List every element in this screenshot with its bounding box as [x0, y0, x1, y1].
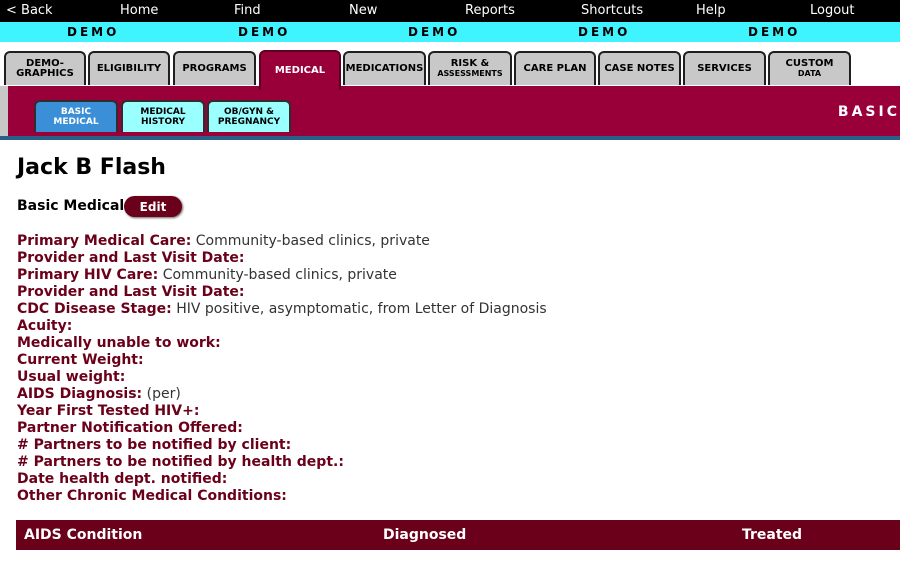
tab-label: MEDICATIONS	[345, 63, 424, 74]
field-label: Date health dept. notified:	[17, 471, 228, 487]
edit-button[interactable]: Edit	[124, 196, 182, 217]
field-cdc-disease-stage: CDC Disease Stage: HIV positive, asympto…	[17, 301, 547, 318]
field-provider-last-visit: Provider and Last Visit Date:	[17, 284, 547, 301]
demo-label: DEMO	[748, 25, 801, 39]
top-navigation-bar: < Back Home Find New Reports Shortcuts H…	[0, 0, 900, 22]
field-provider-last-visit: Provider and Last Visit Date:	[17, 250, 547, 267]
field-label: Primary Medical Care:	[17, 233, 192, 249]
help-link[interactable]: Help	[696, 3, 726, 19]
field-partners-by-client: # Partners to be notified by client:	[17, 437, 547, 454]
field-label: # Partners to be notified by health dept…	[17, 454, 344, 470]
field-value: HIV positive, asymptomatic, from Letter …	[176, 301, 547, 317]
tab-label: CASE NOTES	[604, 63, 675, 74]
field-value: Community-based clinics, private	[162, 267, 397, 283]
tab-case-notes[interactable]: CASE NOTES	[598, 51, 681, 85]
field-medically-unable-to-work: Medically unable to work:	[17, 335, 547, 352]
field-label: Primary HIV Care:	[17, 267, 159, 283]
tab-label: CUSTOM	[785, 58, 834, 69]
tab-label: PROGRAMS	[182, 63, 247, 74]
subtab-medical-history[interactable]: MEDICAL HISTORY	[121, 100, 205, 132]
column-header-aids-condition: AIDS Condition	[24, 527, 143, 543]
subtab-label: OB/GYN & PREGNANCY	[217, 107, 281, 127]
field-label: Acuity:	[17, 318, 73, 334]
logout-link[interactable]: Logout	[810, 3, 855, 19]
tab-sublabel: DATA	[797, 69, 822, 78]
field-partner-notification: Partner Notification Offered:	[17, 420, 547, 437]
field-label: Medically unable to work:	[17, 335, 221, 351]
field-value: Community-based clinics, private	[195, 233, 430, 249]
shortcuts-link[interactable]: Shortcuts	[581, 3, 643, 19]
new-link[interactable]: New	[349, 3, 377, 19]
field-partners-by-health-dept: # Partners to be notified by health dept…	[17, 454, 547, 471]
back-link[interactable]: < Back	[6, 3, 53, 19]
field-acuity: Acuity:	[17, 318, 547, 335]
home-link[interactable]: Home	[120, 3, 158, 19]
field-label: Current Weight:	[17, 352, 144, 368]
field-label: Usual weight:	[17, 369, 126, 385]
tab-label: MEDICAL	[274, 65, 326, 76]
subtab-label: BASIC MEDICAL	[53, 107, 99, 127]
field-usual-weight: Usual weight:	[17, 369, 547, 386]
divider	[0, 136, 900, 140]
tab-sublabel: ASSESSMENTS	[437, 69, 503, 78]
tab-risk-assessments[interactable]: RISK & ASSESSMENTS	[428, 51, 512, 85]
field-label: # Partners to be notified by client:	[17, 437, 292, 453]
field-primary-hiv-care: Primary HIV Care: Community-based clinic…	[17, 267, 547, 284]
column-header-treated: Treated	[742, 527, 803, 543]
field-label: CDC Disease Stage:	[17, 301, 172, 317]
field-label: Other Chronic Medical Conditions:	[17, 488, 287, 504]
subtab-basic-medical[interactable]: BASIC MEDICAL	[34, 100, 118, 132]
field-other-chronic-conditions: Other Chronic Medical Conditions:	[17, 488, 547, 505]
demo-label: DEMO	[238, 25, 291, 39]
column-header-diagnosed: Diagnosed	[383, 527, 467, 543]
subtab-obgyn-pregnancy[interactable]: OB/GYN & PREGNANCY	[207, 100, 291, 132]
aids-conditions-table-header: AIDS Condition Diagnosed Treated	[16, 520, 900, 550]
tab-eligibility[interactable]: ELIGIBILITY	[88, 51, 170, 85]
field-current-weight: Current Weight:	[17, 352, 547, 369]
tab-custom-data[interactable]: CUSTOM DATA	[768, 51, 851, 85]
field-label: AIDS Diagnosis:	[17, 386, 143, 402]
demo-banner: DEMO DEMO DEMO DEMO DEMO	[0, 22, 900, 42]
field-aids-diagnosis: AIDS Diagnosis: (per)	[17, 386, 547, 403]
field-primary-medical-care: Primary Medical Care: Community-based cl…	[17, 233, 547, 250]
field-year-first-tested: Year First Tested HIV+:	[17, 403, 547, 420]
tab-label: CARE PLAN	[523, 63, 587, 74]
section-title: Basic Medical	[17, 198, 125, 214]
tab-label: RISK &	[450, 58, 490, 69]
reports-link[interactable]: Reports	[465, 3, 515, 19]
tab-medical[interactable]: MEDICAL	[259, 50, 341, 90]
field-value: (per)	[146, 386, 181, 402]
tab-medications[interactable]: MEDICATIONS	[343, 51, 426, 85]
field-label: Provider and Last Visit Date:	[17, 250, 245, 266]
tab-demographics[interactable]: DEMO- GRAPHICS	[4, 51, 86, 85]
field-date-health-dept-notified: Date health dept. notified:	[17, 471, 547, 488]
tab-label: ELIGIBILITY	[96, 63, 162, 74]
tab-label: DEMO- GRAPHICS	[16, 58, 74, 79]
demo-label: DEMO	[578, 25, 631, 39]
client-name: Jack B Flash	[17, 155, 166, 180]
subtab-label: MEDICAL HISTORY	[140, 107, 186, 127]
find-link[interactable]: Find	[234, 3, 261, 19]
medical-fields: Primary Medical Care: Community-based cl…	[17, 233, 547, 505]
tab-programs[interactable]: PROGRAMS	[173, 51, 256, 85]
main-tab-bar: DEMO- GRAPHICS ELIGIBILITY PROGRAMS MEDI…	[0, 42, 900, 90]
field-label: Year First Tested HIV+:	[17, 403, 200, 419]
tab-care-plan[interactable]: CARE PLAN	[514, 51, 596, 85]
tab-services[interactable]: SERVICES	[683, 51, 766, 85]
demo-label: DEMO	[408, 25, 461, 39]
field-label: Provider and Last Visit Date:	[17, 284, 245, 300]
field-label: Partner Notification Offered:	[17, 420, 243, 436]
demo-label: DEMO	[67, 25, 120, 39]
section-heading: BASIC	[837, 104, 900, 120]
sub-tab-bar: BASIC MEDICAL MEDICAL HISTORY OB/GYN & P…	[0, 86, 900, 136]
tab-label: SERVICES	[697, 63, 752, 74]
